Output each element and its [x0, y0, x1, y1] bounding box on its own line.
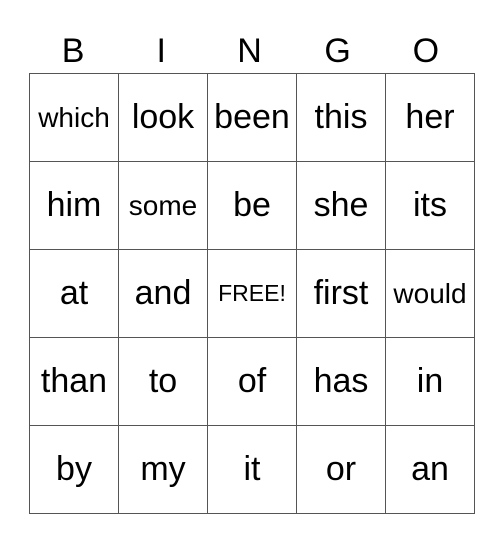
header-letter-b: B [61, 32, 85, 70]
bingo-cell[interactable]: at [29, 249, 119, 338]
bingo-cell[interactable]: be [207, 161, 297, 250]
bingo-cell[interactable]: this [296, 73, 386, 162]
bingo-cell[interactable]: her [385, 73, 475, 162]
bingo-cell[interactable]: or [296, 425, 386, 514]
bingo-cell[interactable]: would [385, 249, 475, 338]
header-letter-o: O [412, 32, 440, 70]
grid-row: him some be she its [29, 161, 475, 250]
bingo-cell[interactable]: an [385, 425, 475, 514]
grid-row: which look been this her [29, 73, 475, 162]
bingo-cell[interactable]: in [385, 337, 475, 426]
bingo-cell[interactable]: some [118, 161, 208, 250]
header-letter-i: I [156, 32, 166, 70]
grid-row: at and FREE! first would [29, 249, 475, 338]
grid-row: than to of has in [29, 337, 475, 426]
grid-row: by my it or an [29, 425, 475, 514]
header-letter-n: N [237, 32, 262, 70]
bingo-cell[interactable]: my [118, 425, 208, 514]
bingo-cell[interactable]: by [29, 425, 119, 514]
bingo-cell[interactable]: which [29, 73, 119, 162]
bingo-cell[interactable]: its [385, 161, 475, 250]
bingo-header: B I N G O [29, 30, 470, 73]
bingo-cell[interactable]: than [29, 337, 119, 426]
bingo-cell[interactable]: been [207, 73, 297, 162]
bingo-cell[interactable]: she [296, 161, 386, 250]
header-letter-g: G [324, 32, 351, 70]
bingo-cell[interactable]: to [118, 337, 208, 426]
free-space-cell[interactable]: FREE! [207, 249, 297, 338]
bingo-cell[interactable]: first [296, 249, 386, 338]
bingo-cell[interactable]: look [118, 73, 208, 162]
bingo-cell[interactable]: of [207, 337, 297, 426]
bingo-cell[interactable]: it [207, 425, 297, 514]
bingo-cell[interactable]: and [118, 249, 208, 338]
bingo-grid: which look been this her him some be she… [29, 73, 475, 514]
bingo-cell[interactable]: him [29, 161, 119, 250]
bingo-cell[interactable]: has [296, 337, 386, 426]
